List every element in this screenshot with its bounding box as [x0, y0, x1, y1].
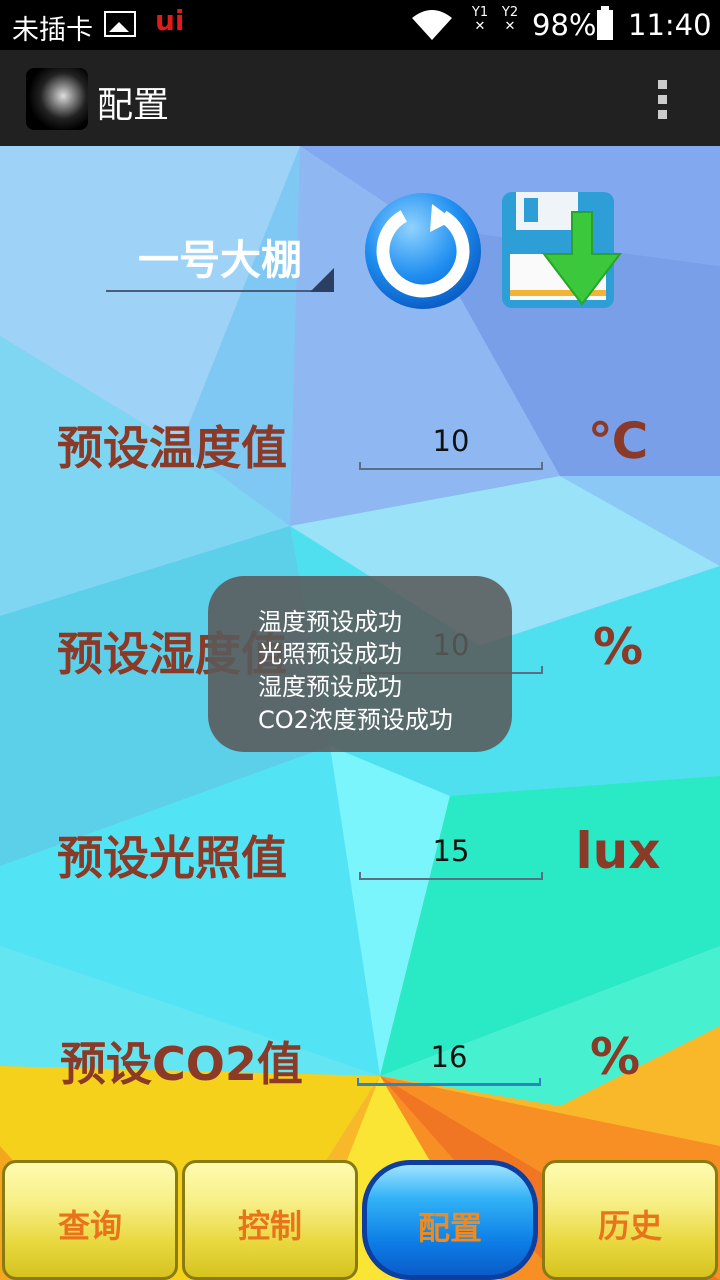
co2-input[interactable]: 16	[357, 1036, 541, 1086]
action-bar: 配置	[0, 50, 720, 146]
light-value: 15	[432, 834, 470, 868]
temperature-label: 预设温度值	[57, 421, 287, 475]
temperature-unit: ℃	[587, 412, 649, 470]
nav-config-button[interactable]: 配置	[362, 1160, 538, 1280]
wifi-icon	[412, 10, 452, 40]
select-underline	[106, 290, 332, 292]
greenhouse-select-value: 一号大棚	[138, 236, 302, 284]
config-content: 一号大棚 预设温度值 10 ℃ 预设湿度值 10 %	[0, 146, 720, 1280]
co2-label: 预设CO2值	[60, 1037, 303, 1091]
status-bar: 未插卡 ui Y1 ✕ Y2 ✕ 98% 11:40	[0, 0, 720, 50]
refresh-button[interactable]	[362, 190, 484, 312]
nav-history-label: 历史	[597, 1207, 662, 1245]
toast-line: 光照预设成功	[258, 640, 402, 668]
clock: 11:40	[628, 8, 712, 42]
signal-1-icon: Y1 ✕	[471, 5, 489, 34]
signal-2-label: Y2	[501, 5, 519, 20]
toast-line: 湿度预设成功	[258, 673, 402, 701]
nav-query-button[interactable]: 查询	[2, 1160, 178, 1280]
nav-control-label: 控制	[237, 1207, 302, 1245]
gallery-icon	[104, 11, 136, 37]
co2-unit: %	[589, 1028, 641, 1086]
page-title: 配置	[97, 85, 170, 126]
temperature-input[interactable]: 10	[359, 420, 543, 470]
nav-query-label: 查询	[57, 1207, 122, 1245]
humidity-unit: %	[592, 618, 644, 676]
light-label: 预设光照值	[57, 831, 287, 885]
toast-line: 温度预设成功	[258, 608, 402, 636]
toast-message: 温度预设成功 光照预设成功 湿度预设成功 CO2浓度预设成功	[208, 576, 512, 752]
light-unit: lux	[575, 822, 661, 880]
battery-icon	[597, 6, 613, 40]
toast-line: CO2浓度预设成功	[258, 706, 453, 734]
greenhouse-select[interactable]: 一号大棚	[106, 226, 334, 294]
dropdown-arrow-icon	[310, 268, 334, 292]
save-button[interactable]	[502, 192, 622, 310]
co2-value: 16	[430, 1040, 468, 1074]
app-icon[interactable]	[26, 68, 88, 130]
input-underline	[359, 462, 543, 470]
input-underline	[357, 1078, 541, 1086]
battery-percent: 98%	[532, 8, 597, 42]
signal-1-label: Y1	[471, 5, 489, 20]
sim-status: 未插卡	[12, 15, 93, 46]
signal-2-icon: Y2 ✕	[501, 5, 519, 34]
nav-config-label: 配置	[417, 1209, 482, 1247]
input-underline	[359, 872, 543, 880]
overflow-menu-icon[interactable]	[658, 80, 668, 125]
nav-control-button[interactable]: 控制	[182, 1160, 358, 1280]
temperature-value: 10	[432, 424, 470, 458]
app-badge-icon: ui	[155, 4, 185, 37]
light-input[interactable]: 15	[359, 830, 543, 880]
nav-history-button[interactable]: 历史	[542, 1160, 718, 1280]
